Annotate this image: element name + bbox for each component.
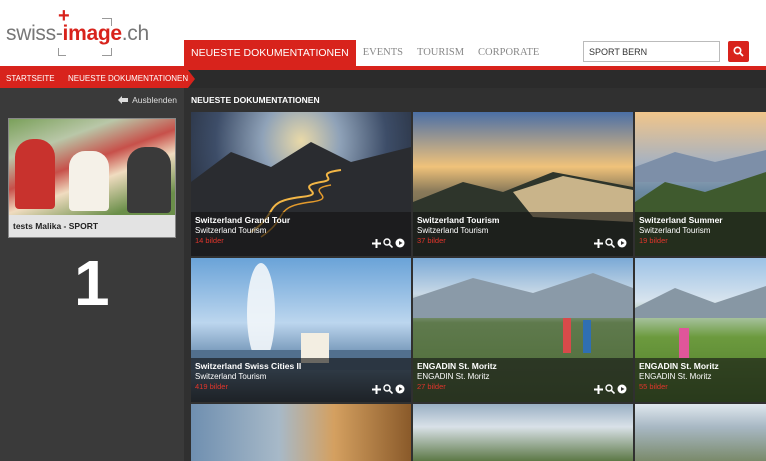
main-content: Ausblenden tests Malika - SPORT 1 NEUEST… [0, 88, 766, 461]
doc-tile[interactable] [191, 404, 411, 461]
tile-count: 27 bilder [417, 382, 446, 391]
doc-tile[interactable]: Switzerland Tourism Switzerland Tourism … [413, 112, 633, 256]
tile-actions [372, 384, 405, 394]
header: + swiss-image.ch NEUESTE DOKUMENTATIONEN… [0, 0, 766, 66]
plus-icon[interactable] [594, 384, 603, 394]
page: + swiss-image.ch NEUESTE DOKUMENTATIONEN… [0, 0, 766, 461]
sidebar-card-title: tests Malika - SPORT [9, 215, 175, 237]
zoom-icon[interactable] [605, 238, 615, 248]
site-logo[interactable]: + swiss-image.ch [6, 6, 149, 58]
tile-subtitle: ENGADIN St. Moritz [639, 372, 712, 381]
plus-icon[interactable] [594, 238, 603, 248]
section-title: NEUESTE DOKUMENTATIONEN [191, 95, 320, 105]
zoom-icon[interactable] [605, 384, 615, 394]
tile-title: ENGADIN St. Moritz [417, 361, 497, 371]
tile-count: 14 bilder [195, 236, 224, 245]
main-nav: NEUESTE DOKUMENTATIONEN EVENTS TOURISM C… [184, 40, 546, 66]
tile-title: ENGADIN St. Moritz [639, 361, 719, 371]
play-icon[interactable] [395, 238, 405, 248]
photo-figure [127, 147, 171, 213]
tile-subtitle: ENGADIN St. Moritz [417, 372, 490, 381]
plus-icon[interactable] [372, 384, 381, 394]
doc-tile[interactable]: Switzerland Grand Tour Switzerland Touri… [191, 112, 411, 256]
zoom-icon[interactable] [383, 384, 393, 394]
plus-icon[interactable] [372, 238, 381, 248]
play-icon[interactable] [617, 384, 627, 394]
logo-bracket [102, 48, 112, 56]
tile-image [191, 404, 411, 461]
doc-tile[interactable]: Switzerland Swiss Cities II Switzerland … [191, 258, 411, 402]
sidebar: Ausblenden tests Malika - SPORT 1 [0, 88, 184, 461]
logo-bracket [58, 48, 66, 56]
doc-tile[interactable]: Switzerland Summer Switzerland Tourism 1… [635, 112, 766, 256]
tile-subtitle: Switzerland Tourism [195, 226, 267, 235]
sidebar-card[interactable]: tests Malika - SPORT [8, 118, 176, 238]
tile-title: Switzerland Swiss Cities II [195, 361, 302, 371]
tile-count: 19 bilder [639, 236, 668, 245]
nav-item-events[interactable]: EVENTS [356, 40, 410, 66]
zoom-icon[interactable] [383, 238, 393, 248]
play-icon[interactable] [617, 238, 627, 248]
tile-title: Switzerland Summer [639, 215, 723, 225]
tile-image [635, 404, 766, 461]
tile-actions [594, 384, 627, 394]
nav-item-tourism[interactable]: TOURISM [410, 40, 471, 66]
search-button[interactable] [728, 41, 749, 62]
photo-figure [15, 139, 55, 209]
breadcrumb-item-neueste-dokumentationen[interactable]: NEUESTE DOKUMENTATIONEN [58, 70, 188, 88]
tile-count: 37 bilder [417, 236, 446, 245]
hide-sidebar-label: Ausblenden [132, 95, 177, 105]
doc-tile[interactable] [635, 404, 766, 461]
breadcrumb-item-startseite[interactable]: STARTSEITE [0, 70, 58, 88]
documentation-grid: Switzerland Grand Tour Switzerland Touri… [191, 112, 766, 461]
hide-arrow-icon [118, 96, 129, 104]
nav-item-corporate[interactable]: CORPORATE [471, 40, 546, 66]
logo-suffix: .ch [121, 22, 149, 45]
photo-figure [69, 151, 109, 211]
logo-wordmark: swiss-image.ch [6, 22, 149, 46]
sidebar-number: 1 [74, 247, 110, 319]
tile-count: 55 bilder [639, 382, 668, 391]
tile-title: Switzerland Tourism [417, 215, 500, 225]
doc-tile[interactable] [413, 404, 633, 461]
search-icon [733, 46, 744, 57]
tile-subtitle: Switzerland Tourism [417, 226, 489, 235]
tile-image [413, 404, 633, 461]
play-icon[interactable] [395, 384, 405, 394]
nav-item-neueste-dokumentationen[interactable]: NEUESTE DOKUMENTATIONEN [184, 40, 356, 66]
sidebar-card-image [9, 119, 175, 215]
tile-actions [372, 238, 405, 248]
tile-actions [594, 238, 627, 248]
hide-sidebar-button[interactable]: Ausblenden [118, 95, 177, 105]
logo-brand: image [62, 22, 123, 45]
tile-count: 419 bilder [195, 382, 228, 391]
tile-subtitle: Switzerland Tourism [639, 226, 711, 235]
tile-subtitle: Switzerland Tourism [195, 372, 267, 381]
doc-tile[interactable]: ENGADIN St. Moritz ENGADIN St. Moritz 27… [413, 258, 633, 402]
doc-tile[interactable]: ENGADIN St. Moritz ENGADIN St. Moritz 55… [635, 258, 766, 402]
search-input[interactable] [583, 41, 720, 62]
breadcrumb-end-arrow [188, 70, 195, 88]
tile-title: Switzerland Grand Tour [195, 215, 291, 225]
logo-prefix: swiss- [6, 22, 63, 45]
breadcrumb: STARTSEITE NEUESTE DOKUMENTATIONEN [0, 70, 766, 88]
